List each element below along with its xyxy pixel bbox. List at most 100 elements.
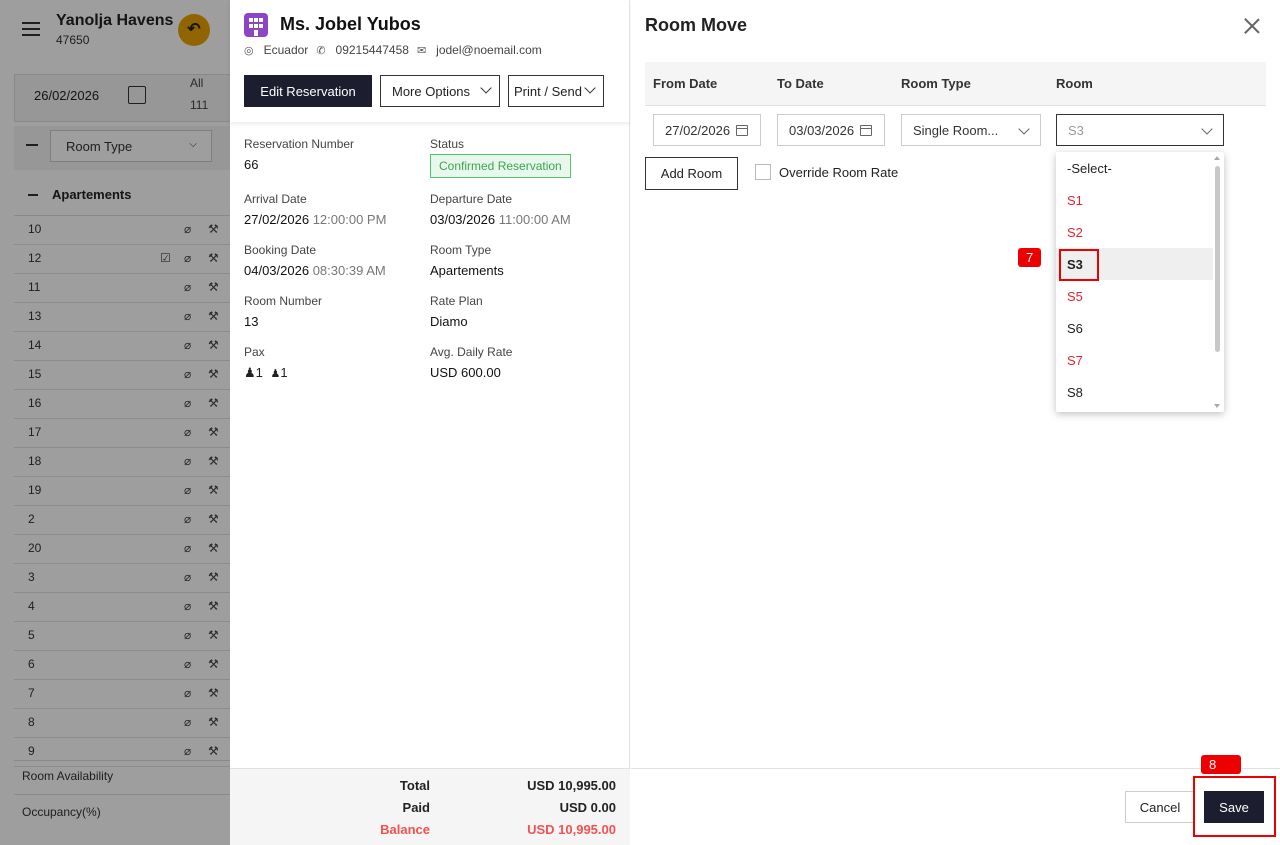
totals-footer: Total USD 10,995.00 Paid USD 0.00 Balanc… <box>230 768 630 845</box>
dropdown-option[interactable]: S1 <box>1056 184 1224 216</box>
from-date-header: From Date <box>653 76 718 91</box>
room-select[interactable]: S3 <box>1056 114 1224 146</box>
step-7-highlight <box>1059 249 1099 281</box>
guest-country: Ecuador <box>263 43 309 57</box>
to-date-value: 03/03/2026 <box>789 123 855 138</box>
chevron-down-icon <box>1201 123 1213 135</box>
room-number-field: Room Number 13 <box>244 294 322 329</box>
guest-contact: ◎ Ecuador ✆ 09215447458 ✉ jodel@noemail.… <box>244 43 542 57</box>
room-dropdown[interactable]: -Select- S1 S2 S3 S5 S6 S7 S8 <box>1056 152 1224 412</box>
close-icon[interactable] <box>1244 18 1260 34</box>
paid-label: Paid <box>402 800 430 815</box>
balance-label: Balance <box>380 822 430 837</box>
print-send-label: Print / Send <box>514 83 582 99</box>
field-label: Reservation Number <box>244 137 355 151</box>
field-label: Booking Date <box>244 243 317 257</box>
print-send-button[interactable]: Print / Send <box>508 75 604 107</box>
dropdown-option[interactable]: S2 <box>1056 216 1224 248</box>
balance-value: USD 10,995.00 <box>527 822 616 837</box>
building-icon <box>244 13 268 37</box>
calendar-icon[interactable] <box>860 125 872 136</box>
guest-phone: 09215447458 <box>335 43 409 57</box>
guest-email: jodel@noemail.com <box>436 43 542 57</box>
pax-adults: 1 <box>255 365 263 380</box>
add-room-button[interactable]: Add Room <box>645 157 738 190</box>
adult-icon: ♟ <box>244 365 256 380</box>
booking-field: Booking Date 04/03/2026 08:30:39 AM <box>244 243 386 278</box>
override-rate-label[interactable]: Override Room Rate <box>779 165 898 180</box>
chevron-down-icon <box>480 82 492 94</box>
step-8-label: 8 <box>1201 755 1241 774</box>
child-icon: ♟ <box>270 368 281 380</box>
calendar-icon[interactable] <box>736 125 748 136</box>
step-8-highlight <box>1193 776 1276 837</box>
room-select-value: S3 <box>1068 123 1084 138</box>
more-options-button[interactable]: More Options <box>380 75 500 107</box>
to-date-header: To Date <box>777 76 824 91</box>
room-type-select-value: Single Room... <box>913 123 999 138</box>
room-move-dialog: Room Move From Date To Date Room Type Ro… <box>631 0 1280 845</box>
room-type-field: Room Type Apartements <box>430 243 504 278</box>
departure-field: Departure Date 03/03/2026 11:00:00 AM <box>430 192 571 227</box>
field-label: Status <box>430 137 465 151</box>
booking-time: 08:30:39 AM <box>312 263 386 278</box>
reservation-number: 66 <box>244 157 259 172</box>
scroll-down-icon[interactable] <box>1214 404 1220 408</box>
dropdown-option[interactable]: S8 <box>1056 376 1224 408</box>
chevron-down-icon <box>584 82 596 94</box>
field-label: Room Number <box>244 294 323 308</box>
step-7-label: 7 <box>1018 248 1042 267</box>
room-number-value: 13 <box>244 314 259 329</box>
total-value: USD 10,995.00 <box>527 778 616 793</box>
modal-overlay[interactable] <box>0 0 240 845</box>
chevron-down-icon <box>1018 123 1030 135</box>
room-type-value: Apartements <box>430 263 504 278</box>
rate-plan-field: Rate Plan Diamo <box>430 294 483 329</box>
field-label: Avg. Daily Rate <box>430 345 513 359</box>
from-date-value: 27/02/2026 <box>665 123 731 138</box>
scroll-up-icon[interactable] <box>1214 156 1220 160</box>
room-type-select[interactable]: Single Room... <box>901 114 1041 146</box>
phone-icon: ✆ <box>316 44 326 57</box>
pax-field: Pax ♟1 ♟1 <box>244 345 288 381</box>
status-badge: Confirmed Reservation <box>430 154 571 178</box>
field-label: Arrival Date <box>244 192 307 206</box>
more-options-label: More Options <box>392 83 471 99</box>
pax-children: 1 <box>280 365 288 380</box>
field-label: Room Type <box>430 243 492 257</box>
location-icon: ◎ <box>244 44 254 57</box>
status-field: Status Confirmed Reservation <box>430 137 571 178</box>
reservation-panel: Ms. Jobel Yubos ◎ Ecuador ✆ 09215447458 … <box>230 0 630 845</box>
adr-field: Avg. Daily Rate USD 600.00 <box>430 345 512 380</box>
dropdown-option[interactable]: S7 <box>1056 344 1224 376</box>
room-type-header: Room Type <box>901 76 971 91</box>
adr-value: USD 600.00 <box>430 365 501 380</box>
field-label: Rate Plan <box>430 294 483 308</box>
total-label: Total <box>399 778 430 793</box>
edit-reservation-button[interactable]: Edit Reservation <box>244 75 372 107</box>
arrival-field: Arrival Date 27/02/2026 12:00:00 PM <box>244 192 386 227</box>
mail-icon: ✉ <box>416 44 427 57</box>
dialog-title: Room Move <box>645 15 748 35</box>
dropdown-option[interactable]: S6 <box>1056 312 1224 344</box>
override-rate-checkbox[interactable] <box>755 164 771 180</box>
to-date-input[interactable]: 03/03/2026 <box>777 114 885 146</box>
booking-date: 04/03/2026 <box>244 263 310 278</box>
field-label: Pax <box>244 345 265 359</box>
reservation-number-field: Reservation Number 66 <box>244 137 354 172</box>
departure-time: 11:00:00 AM <box>498 212 571 227</box>
dropdown-option[interactable]: -Select- <box>1056 152 1224 184</box>
field-label: Departure Date <box>430 192 513 206</box>
reservation-header: Ms. Jobel Yubos ◎ Ecuador ✆ 09215447458 … <box>230 0 630 122</box>
paid-value: USD 0.00 <box>559 800 616 815</box>
arrival-date: 27/02/2026 <box>244 212 310 227</box>
from-date-input[interactable]: 27/02/2026 <box>653 114 761 146</box>
dropdown-option[interactable]: S5 <box>1056 280 1224 312</box>
cancel-button[interactable]: Cancel <box>1125 791 1195 823</box>
departure-date: 03/03/2026 <box>430 212 496 227</box>
room-header: Room <box>1056 76 1093 91</box>
guest-name: Ms. Jobel Yubos <box>280 14 421 34</box>
room-move-grid-header: From Date To Date Room Type Room <box>645 62 1266 106</box>
rate-plan-value: Diamo <box>430 314 468 329</box>
dropdown-scrollbar[interactable] <box>1215 166 1220 352</box>
